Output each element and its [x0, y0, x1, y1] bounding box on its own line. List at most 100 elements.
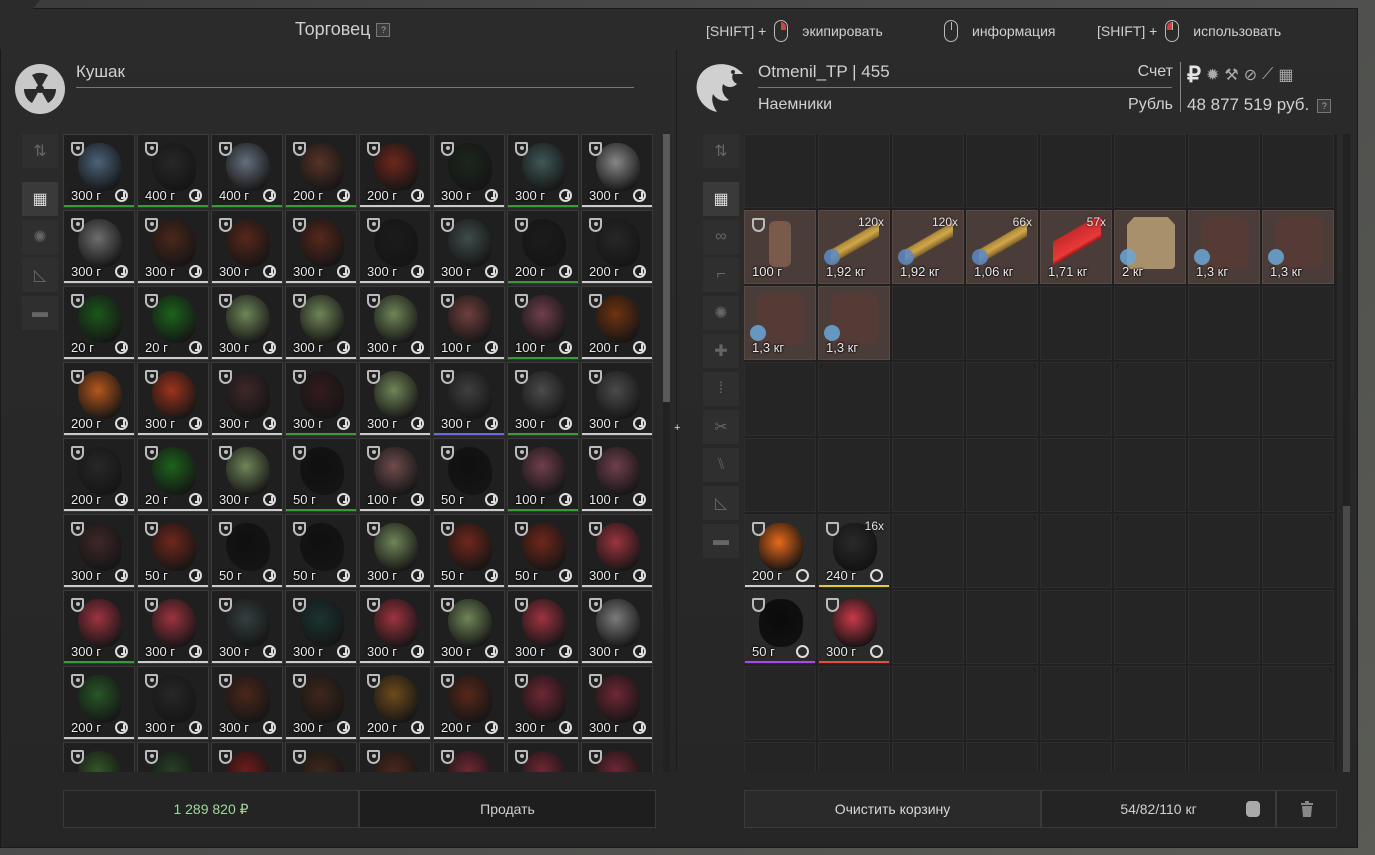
empty-cart-slot[interactable] [1262, 666, 1334, 740]
right-tab-triangle-icon[interactable]: ◺ [703, 486, 739, 520]
empty-cart-slot[interactable] [744, 362, 816, 436]
trash-button[interactable] [1276, 790, 1337, 828]
empty-cart-slot[interactable] [1188, 362, 1260, 436]
trader-item-slot[interactable]: 300 г [137, 362, 209, 436]
empty-cart-slot[interactable] [1188, 742, 1260, 772]
empty-cart-slot[interactable] [818, 742, 890, 772]
cart-item-slot[interactable]: 57x 1,71 кг [1040, 210, 1112, 284]
right-tab-tools-icon[interactable]: ✂ [703, 410, 739, 444]
trader-item-slot[interactable]: 300 г [581, 666, 653, 740]
left-scrollbar-thumb[interactable] [663, 134, 670, 402]
empty-cart-slot[interactable] [1040, 590, 1112, 664]
empty-cart-slot[interactable] [1262, 438, 1334, 512]
trader-item-slot[interactable]: 50 г [433, 514, 505, 588]
tab-triangle-icon[interactable]: ◺ [22, 258, 58, 292]
empty-cart-slot[interactable] [1262, 590, 1334, 664]
right-tab-artifact-icon[interactable]: ✺ [703, 296, 739, 330]
empty-cart-slot[interactable] [1114, 438, 1186, 512]
cart-item-slot[interactable]: 66x 1,06 кг [966, 210, 1038, 284]
left-scrollbar[interactable] [663, 134, 670, 772]
trader-item-slot[interactable]: 300 г [211, 590, 283, 664]
trader-item-slot[interactable]: 20 г [137, 286, 209, 360]
clear-cart-button[interactable]: Очистить корзину [744, 790, 1041, 828]
trader-item-slot[interactable]: 20 г [137, 438, 209, 512]
right-tab-link-icon[interactable]: ∞ [703, 220, 739, 254]
empty-cart-slot[interactable] [1040, 514, 1112, 588]
tab-all-grid-icon[interactable]: ▦ [22, 182, 58, 216]
trader-item-slot[interactable] [359, 742, 431, 772]
trader-item-slot[interactable] [211, 742, 283, 772]
trader-item-slot[interactable]: 300 г [581, 514, 653, 588]
trader-item-slot[interactable]: 200 г [359, 666, 431, 740]
trader-item-slot[interactable]: 300 г [137, 666, 209, 740]
no-entry-currency-icon[interactable]: ⊘ [1244, 65, 1257, 85]
trader-item-slot[interactable] [137, 742, 209, 772]
trader-item-slot[interactable]: 50 г [507, 514, 579, 588]
tab-artifacts-icon[interactable]: ✺ [22, 220, 58, 254]
trader-item-slot[interactable]: 100 г [433, 286, 505, 360]
empty-cart-slot[interactable] [1040, 438, 1112, 512]
empty-cart-slot[interactable] [1262, 742, 1334, 772]
right-tab-container-icon[interactable]: ▬ [703, 524, 739, 558]
trader-item-slot[interactable] [581, 742, 653, 772]
right-tab-medkit-icon[interactable]: ✚ [703, 334, 739, 368]
cart-item-slot[interactable]: 1,3 кг [744, 286, 816, 360]
trader-item-slot[interactable]: 300 г [433, 210, 505, 284]
cart-item-slot[interactable]: 1,3 кг [1262, 210, 1334, 284]
empty-cart-slot[interactable] [966, 362, 1038, 436]
empty-cart-slot[interactable] [1040, 362, 1112, 436]
trader-item-slot[interactable] [433, 742, 505, 772]
trader-item-slot[interactable]: 200 г [63, 362, 135, 436]
right-tab-all-icon[interactable]: ▦ [703, 182, 739, 216]
cart-item-slot[interactable]: 2 кг [1114, 210, 1186, 284]
trader-item-slot[interactable]: 50 г [285, 438, 357, 512]
empty-cart-slot[interactable] [1114, 666, 1186, 740]
cart-artifact-slot[interactable]: 300 г [818, 590, 890, 664]
empty-cart-slot[interactable] [1114, 362, 1186, 436]
empty-cart-slot[interactable] [966, 134, 1038, 208]
right-tab-ammo-icon[interactable]: ⁞ [703, 372, 739, 406]
empty-cart-slot[interactable] [1040, 134, 1112, 208]
trader-item-slot[interactable]: 300 г [63, 590, 135, 664]
cart-item-slot[interactable]: 120x 1,92 кг [818, 210, 890, 284]
empty-cart-slot[interactable] [966, 286, 1038, 360]
help-icon[interactable]: ? [376, 23, 391, 38]
feather-currency-icon[interactable]: ⟋ [1262, 66, 1273, 84]
trader-item-slot[interactable]: 300 г [285, 666, 357, 740]
cart-item-slot[interactable]: 100 г [744, 210, 816, 284]
trader-item-slot[interactable]: 300 г [359, 362, 431, 436]
empty-cart-slot[interactable] [744, 438, 816, 512]
trader-item-slot[interactable]: 300 г [507, 590, 579, 664]
empty-cart-slot[interactable] [966, 514, 1038, 588]
trader-item-slot[interactable] [63, 742, 135, 772]
cart-artifact-slot[interactable]: 200 г [744, 514, 816, 588]
empty-cart-slot[interactable] [892, 362, 964, 436]
empty-cart-slot[interactable] [1114, 590, 1186, 664]
empty-cart-slot[interactable] [1114, 134, 1186, 208]
empty-cart-slot[interactable] [818, 362, 890, 436]
trader-item-slot[interactable]: 200 г [581, 286, 653, 360]
trader-item-slot[interactable]: 300 г [211, 362, 283, 436]
trader-item-slot[interactable] [285, 742, 357, 772]
trader-item-slot[interactable]: 200 г [359, 134, 431, 208]
trader-item-slot[interactable]: 50 г [285, 514, 357, 588]
empty-cart-slot[interactable] [966, 742, 1038, 772]
trader-item-slot[interactable]: 200 г [63, 666, 135, 740]
empty-cart-slot[interactable] [1114, 514, 1186, 588]
trader-item-slot[interactable]: 20 г [63, 286, 135, 360]
trader-item-slot[interactable]: 300 г [211, 210, 283, 284]
trader-item-slot[interactable]: 300 г [507, 666, 579, 740]
empty-cart-slot[interactable] [892, 514, 964, 588]
trader-item-slot[interactable]: 300 г [433, 362, 505, 436]
empty-cart-slot[interactable] [1040, 742, 1112, 772]
empty-cart-slot[interactable] [1188, 438, 1260, 512]
ruble-icon[interactable]: ₽ [1187, 62, 1201, 88]
trader-item-slot[interactable]: 300 г [63, 210, 135, 284]
trader-item-slot[interactable]: 300 г [285, 210, 357, 284]
trader-item-slot[interactable]: 300 г [581, 134, 653, 208]
cart-artifact-slot[interactable]: 50 г [744, 590, 816, 664]
empty-cart-slot[interactable] [1262, 286, 1334, 360]
empty-cart-slot[interactable] [818, 438, 890, 512]
empty-cart-slot[interactable] [1188, 514, 1260, 588]
trader-item-slot[interactable]: 300 г [285, 590, 357, 664]
